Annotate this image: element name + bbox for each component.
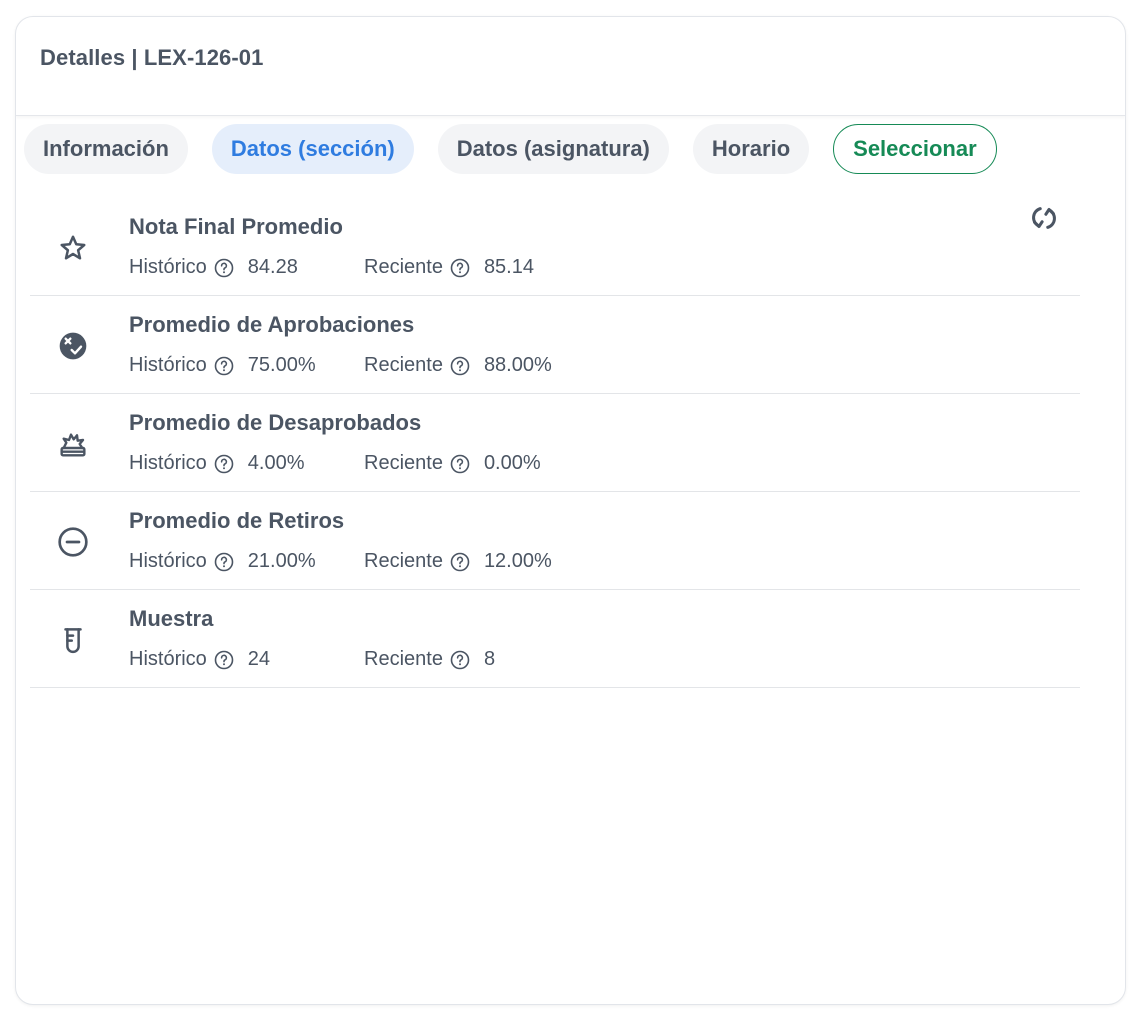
metric-title: Muestra (129, 606, 214, 631)
approval-check-icon (56, 329, 90, 363)
help-icon[interactable] (450, 258, 470, 278)
metric-stats: Histórico 21.00% Reciente 12.00% (129, 550, 552, 573)
help-icon[interactable] (450, 650, 470, 670)
page-title: Detalles | LEX-126-01 (40, 45, 264, 70)
historico-label: Histórico (129, 550, 207, 572)
metric-row: Nota Final Promedio Histórico 84.28 Reci… (30, 198, 1080, 296)
metric-row: Promedio de Aprobaciones Histórico 75.00… (30, 296, 1080, 394)
historico-label: Histórico (129, 452, 207, 474)
help-icon[interactable] (214, 454, 234, 474)
reciente-value: 85.14 (483, 256, 534, 278)
explosion-icon (56, 427, 90, 461)
metric-stats: Histórico 84.28 Reciente 85.14 (129, 256, 534, 279)
reciente-value: 0.00% (483, 452, 541, 474)
reciente-label: Reciente (364, 648, 443, 670)
historico-value: 75.00% (247, 354, 316, 376)
metric-title: Promedio de Retiros (129, 508, 345, 533)
tab-horario[interactable]: Horario (692, 124, 810, 174)
metric-stats: Histórico 24 Reciente 8 (129, 648, 495, 671)
metric-row: Promedio de Retiros Histórico 21.00% Rec… (30, 492, 1080, 590)
help-icon[interactable] (214, 258, 234, 278)
reciente-value: 8 (483, 648, 496, 670)
help-icon[interactable] (450, 454, 470, 474)
metric-title: Promedio de Aprobaciones (129, 312, 415, 337)
metric-stats: Histórico 4.00% Reciente 0.00% (129, 452, 541, 475)
tab-bar: Información Datos (sección) Datos (asign… (24, 124, 997, 174)
historico-value: 21.00% (247, 550, 316, 572)
metrics-list: Nota Final Promedio Histórico 84.28 Reci… (30, 198, 1080, 688)
tab-datos-seccion[interactable]: Datos (sección) (211, 124, 414, 174)
reciente-value: 12.00% (483, 550, 552, 572)
star-icon (56, 231, 90, 265)
historico-label: Histórico (129, 354, 207, 376)
help-icon[interactable] (214, 356, 234, 376)
metric-title: Promedio de Desaprobados (129, 410, 422, 435)
help-icon[interactable] (450, 356, 470, 376)
card-header: Detalles | LEX-126-01 (16, 17, 1125, 116)
minus-circle-icon (56, 525, 90, 559)
tab-datos-asignatura[interactable]: Datos (asignatura) (437, 124, 669, 174)
tab-informacion[interactable]: Información (24, 124, 188, 174)
help-icon[interactable] (450, 552, 470, 572)
reciente-label: Reciente (364, 256, 443, 278)
historico-value: 24 (247, 648, 271, 670)
metric-title: Nota Final Promedio (129, 214, 343, 239)
reciente-label: Reciente (364, 354, 443, 376)
test-tube-icon (56, 623, 90, 657)
historico-label: Histórico (129, 256, 207, 278)
metric-stats: Histórico 75.00% Reciente 88.00% (129, 354, 552, 377)
metric-row: Promedio de Desaprobados Histórico 4.00%… (30, 394, 1080, 492)
historico-label: Histórico (129, 648, 207, 670)
reciente-label: Reciente (364, 452, 443, 474)
reciente-label: Reciente (364, 550, 443, 572)
help-icon[interactable] (214, 552, 234, 572)
historico-value: 4.00% (247, 452, 305, 474)
help-icon[interactable] (214, 650, 234, 670)
seleccionar-button[interactable]: Seleccionar (833, 124, 997, 174)
reciente-value: 88.00% (483, 354, 552, 376)
historico-value: 84.28 (247, 256, 298, 278)
metric-row: Muestra Histórico 24 Reciente 8 (30, 590, 1080, 688)
